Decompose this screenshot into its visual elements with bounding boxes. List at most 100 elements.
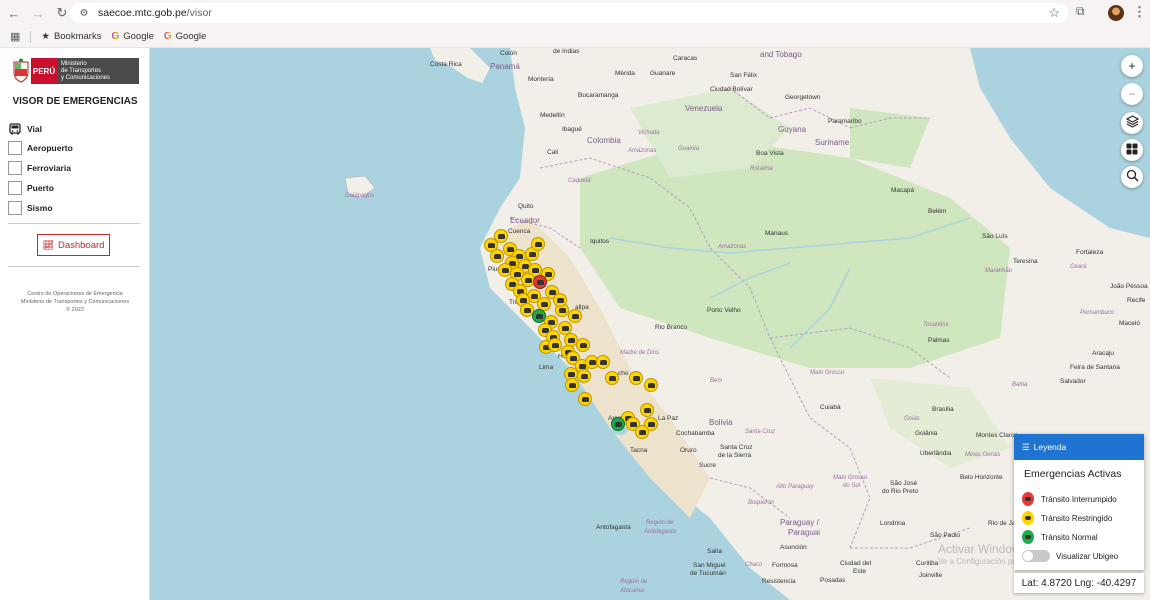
map-label: Colombia [587, 136, 621, 145]
map-label: Asunción [780, 544, 807, 551]
emergency-marker[interactable] [553, 293, 567, 307]
map-label: La Paz [658, 415, 679, 422]
map-label: Fortaleza [1076, 249, 1104, 256]
emergency-marker[interactable] [640, 403, 654, 417]
emergency-marker[interactable] [568, 309, 582, 323]
map-label: Santa Cruz [720, 444, 753, 451]
puerto-checkbox[interactable] [8, 181, 22, 195]
emergency-marker[interactable] [490, 249, 504, 263]
zoom-out-button[interactable]: − [1121, 83, 1143, 105]
legend-item-restringido: Tránsito Restringido [1022, 511, 1112, 525]
option-puerto[interactable]: Puerto [8, 181, 54, 195]
emergency-marker[interactable] [548, 338, 562, 352]
map-label: Atacama [620, 588, 644, 594]
map-label: Boa Vista [756, 150, 784, 157]
map-label: Roraima [750, 166, 773, 172]
dashboard-button[interactable]: 📈︎ Dashboard [37, 234, 110, 256]
map-label: Bahia [1012, 382, 1028, 388]
green-vehicle-icon [1022, 530, 1034, 544]
peru-label: PERÚ [31, 58, 57, 84]
sidebar: PERÚ Ministerio de Transportes y Comunic… [0, 48, 150, 600]
browser-toolbar: ← → ↻ ⚙ saecoe.mtc.gob.pe/visor ☆ ⧉ ⋮ [0, 0, 1150, 26]
ferroviaria-checkbox[interactable] [8, 161, 22, 175]
option-vial[interactable]: Vial [8, 122, 42, 136]
legend-header[interactable]: ☰ Leyenda [1014, 434, 1144, 460]
bookmark-google-1[interactable]: G Google [111, 31, 153, 42]
basemap-button[interactable] [1121, 139, 1143, 161]
map-label: São Luís [982, 233, 1008, 240]
back-icon[interactable]: ← [4, 3, 24, 23]
map-label: Tocantins [923, 322, 949, 328]
search-button[interactable] [1121, 166, 1143, 188]
address-bar[interactable]: ⚙ saecoe.mtc.gob.pe/visor ☆ [70, 3, 1068, 23]
map-label: Caquetá [568, 178, 591, 184]
map-label: Chaco [745, 562, 763, 568]
map-label: Porto Velho [707, 307, 741, 314]
map-label: Uberlândia [920, 450, 952, 457]
line-chart-icon: 📈︎ [42, 239, 54, 250]
emergency-marker[interactable] [629, 371, 643, 385]
emergency-marker[interactable] [635, 425, 649, 439]
map-label: Curitiba [916, 560, 939, 567]
map-label: Costa Rica [430, 61, 462, 68]
map-label: Cuenca [508, 228, 531, 235]
forward-icon[interactable]: → [28, 3, 48, 23]
map-canvas[interactable]: Costa Rica Panamá Colón de Indias Monter… [150, 48, 1150, 600]
ubigeo-toggle[interactable] [1022, 550, 1050, 562]
option-sismo[interactable]: Sismo [8, 201, 53, 215]
apps-icon[interactable]: ▦ [10, 30, 20, 43]
map-label: Palmas [928, 337, 950, 344]
map-label: de la Sierra [718, 452, 752, 459]
map-label: Santa Cruz [745, 429, 776, 435]
bookmarks-bar: ▦ ★ Bookmarks G Google G Google [0, 26, 1150, 48]
bus-icon [8, 122, 22, 136]
map-label: Recife [1127, 297, 1146, 304]
legend-panel: ☰ Leyenda Emergencias Activas Tránsito I… [1014, 434, 1144, 570]
emergency-marker[interactable] [611, 417, 625, 431]
search-icon [1126, 169, 1139, 185]
map-label: Medellín [540, 112, 565, 119]
ministry-logo: PERÚ Ministerio de Transportes y Comunic… [11, 58, 139, 84]
emergency-marker[interactable] [578, 392, 592, 406]
map-label: Mérida [615, 70, 635, 77]
map-label: Maranhão [985, 268, 1013, 274]
emergency-marker[interactable] [605, 371, 619, 385]
map-label: Sucre [699, 462, 716, 469]
map-label: and Tobago [760, 50, 802, 59]
ubigeo-toggle-row[interactable]: Visualizar Ubigeo [1022, 550, 1118, 562]
option-ferroviaria[interactable]: Ferroviaria [8, 161, 71, 175]
emergency-marker[interactable] [577, 369, 591, 383]
aeropuerto-checkbox[interactable] [8, 141, 22, 155]
emergency-marker[interactable] [565, 378, 579, 392]
map-label: Aracaju [1092, 350, 1115, 357]
map-label: João Pessoa [1110, 283, 1148, 290]
emergency-marker[interactable] [576, 338, 590, 352]
option-aeropuerto[interactable]: Aeropuerto [8, 141, 73, 155]
emergency-marker[interactable] [644, 378, 658, 392]
map-label: Salvador [1060, 378, 1086, 385]
menu-icon[interactable]: ⋮ [1133, 4, 1146, 20]
profile-avatar[interactable] [1108, 5, 1124, 21]
emergency-marker[interactable] [531, 237, 545, 251]
map-label: Teresina [1013, 258, 1038, 265]
reload-icon[interactable]: ↻ [52, 3, 72, 23]
map-label: Paraguai [788, 528, 821, 537]
page-title: VISOR DE EMERGENCIAS [12, 96, 138, 107]
map-label: Ciudad del [840, 560, 872, 567]
emergency-marker[interactable] [596, 355, 610, 369]
site-info-icon[interactable]: ⚙ [76, 5, 92, 21]
sismo-checkbox[interactable] [8, 201, 22, 215]
layers-button[interactable] [1121, 112, 1143, 134]
map-label: Montería [528, 76, 554, 83]
map-label: Mato Grosso [810, 370, 845, 376]
extensions-icon[interactable]: ⧉ [1076, 4, 1085, 19]
map-label: Antofagasta [596, 524, 631, 531]
map-label: Venezuela [685, 104, 723, 113]
map-label: Galápagos [345, 193, 375, 199]
emergency-marker[interactable] [533, 275, 547, 289]
bookmark-folder[interactable]: ★ Bookmarks [41, 31, 101, 42]
bookmark-google-2[interactable]: G Google [164, 31, 206, 42]
zoom-in-button[interactable]: + [1121, 55, 1143, 77]
bookmark-star-icon[interactable]: ☆ [1048, 5, 1060, 21]
footer-line-3: © 2022 [66, 307, 84, 313]
